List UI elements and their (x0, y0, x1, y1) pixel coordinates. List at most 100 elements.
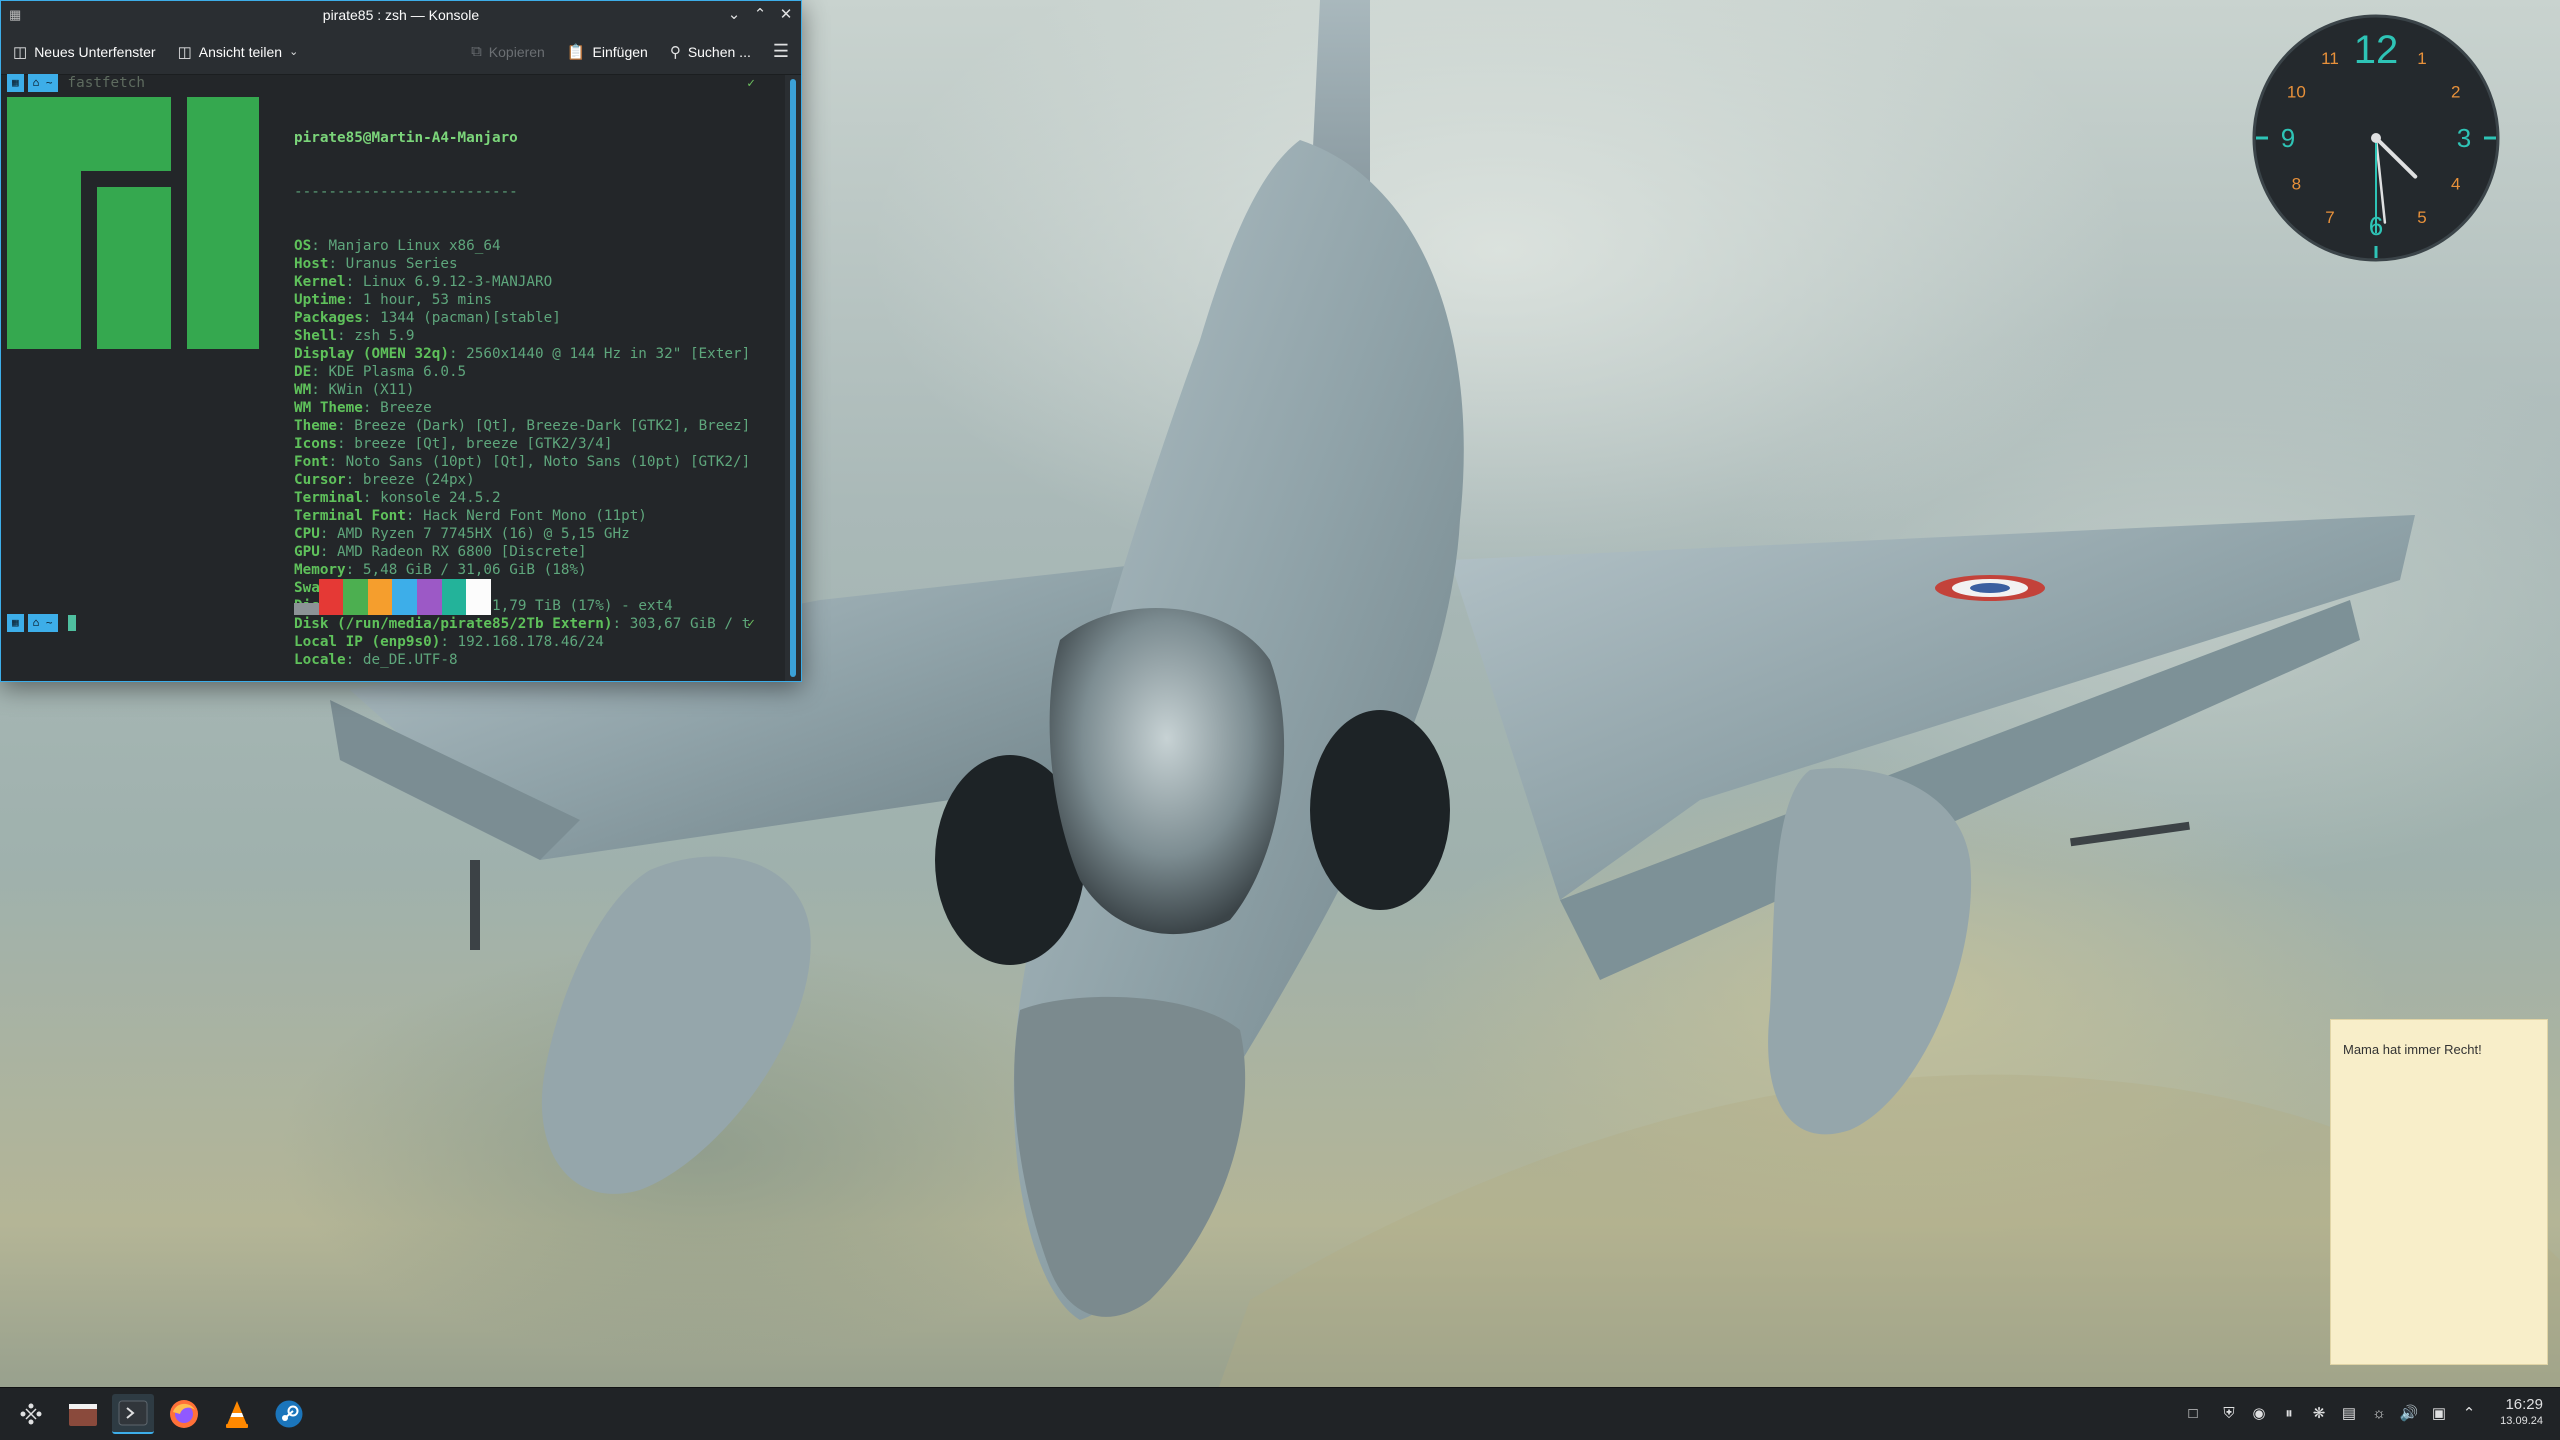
clock-date: 13.09.24 (2500, 1415, 2543, 1427)
info-key: Packages (294, 310, 363, 326)
taskbar-vlc[interactable] (216, 1394, 258, 1434)
info-key: Disk (/run/media/pirate85/2Tb Extern) (294, 616, 613, 632)
info-key: Local IP (enp9s0) (294, 634, 441, 650)
minimize-button[interactable]: ⌄ (725, 5, 743, 23)
info-row: Uptime: 1 hour, 53 mins (294, 291, 750, 309)
info-colon: : (612, 616, 630, 632)
prompt-status-check-icon: ✓ (747, 76, 755, 91)
info-key: Terminal Font (294, 508, 406, 524)
info-key: WM (294, 382, 312, 398)
info-value: 5,48 GiB / 31,06 GiB (18%) (362, 562, 587, 578)
info-colon: : (345, 472, 363, 488)
app-launcher-button[interactable] (10, 1394, 52, 1434)
clipboard-icon[interactable]: ▤ (2338, 1402, 2360, 1424)
split-view-button[interactable]: ◫ Ansicht teilen ⌄ (178, 43, 299, 61)
sticky-note-widget[interactable]: Mama hat immer Recht! (2330, 1019, 2548, 1365)
info-row: Memory: 5,48 GiB / 31,06 GiB (18%) (294, 561, 750, 579)
find-button[interactable]: ⚲ Suchen ... (670, 43, 751, 61)
show-desktop-icon[interactable]: □ (2182, 1402, 2204, 1424)
info-colon: : (319, 544, 338, 560)
color-palette (294, 579, 491, 615)
volume-icon[interactable]: 🔊 (2398, 1402, 2420, 1424)
konsole-window[interactable]: ▦ pirate85 : zsh — Konsole ⌄ ⌃ ✕ ◫ Neues… (0, 0, 802, 682)
hamburger-menu-icon: ☰ (772, 41, 789, 61)
steam-tray-icon[interactable]: ◉ (2248, 1402, 2270, 1424)
palette-swatch (367, 579, 393, 615)
maximize-button[interactable]: ⌃ (751, 5, 769, 23)
info-key: Font (294, 454, 329, 470)
clock-center (2371, 133, 2381, 143)
clock-time: 16:29 (2505, 1396, 2543, 1413)
media-pause-icon[interactable]: ⏸ (2278, 1402, 2300, 1424)
new-tab-icon: ◫ (13, 43, 28, 61)
info-value: Hack Nerd Font Mono (11pt) (423, 508, 647, 524)
info-value: AMD Radeon RX 6800 [Discrete] (337, 544, 587, 560)
close-button[interactable]: ✕ (777, 5, 795, 23)
terminal-area[interactable]: ▦ ⌂ ~ fastfetch ✓ pirate85@Martin-A4-Manj… (1, 74, 785, 681)
chevron-down-icon: ⌄ (289, 46, 299, 58)
clock-numeral: 2 (2451, 83, 2460, 102)
palette-swatch (392, 579, 417, 615)
prompt-status-check-icon: ✓ (747, 616, 755, 631)
clock-numeral: 11 (2321, 49, 2339, 68)
terminal-scrollbar[interactable] (785, 75, 801, 681)
info-row: Kernel: Linux 6.9.12-3-MANJARO (294, 273, 750, 291)
shield-icon[interactable]: ⛨ (2218, 1402, 2240, 1424)
info-value: 192.168.178.46/24 (457, 634, 604, 650)
find-label: Suchen ... (687, 43, 751, 60)
clock-numeral: 1 (2417, 49, 2426, 68)
scrollbar-thumb[interactable] (790, 79, 796, 677)
konsole-app-icon[interactable]: ▦ (9, 7, 23, 22)
clock-numeral: 4 (2451, 175, 2460, 194)
prompt-line-1: ▦ ⌂ ~ fastfetch (7, 74, 145, 92)
analog-clock-widget[interactable]: 121234567891011 (2252, 14, 2500, 262)
info-value: zsh 5.9 (354, 328, 415, 344)
info-row: Packages: 1344 (pacman)[stable] (294, 309, 750, 327)
firefox-icon (170, 1400, 198, 1428)
konsole-icon (118, 1400, 148, 1426)
copy-button[interactable]: ⧉ Kopieren (471, 43, 545, 60)
user-host: pirate85@Martin-A4-Manjaro (294, 130, 518, 146)
info-row: GPU: AMD Radeon RX 6800 [Discrete] (294, 543, 750, 561)
info-row: Display (OMEN 32q): 2560x1440 @ 144 Hz i… (294, 345, 750, 363)
info-value: breeze [Qt], breeze [GTK2/3/4] (354, 436, 613, 452)
konsole-toolbar: ◫ Neues Unterfenster ◫ Ansicht teilen ⌄ … (1, 29, 801, 75)
brightness-icon[interactable]: ☼ (2368, 1402, 2390, 1424)
info-colon: : (345, 274, 363, 290)
display-icon[interactable]: ▣ (2428, 1402, 2450, 1424)
hamburger-menu-button[interactable]: ☰ (773, 41, 789, 62)
manjaro-logo (7, 97, 259, 349)
digital-clock[interactable]: 16:29 13.09.24 (2500, 1396, 2543, 1428)
taskbar-steam[interactable] (268, 1394, 310, 1434)
taskbar-konsole[interactable] (112, 1394, 154, 1434)
note-text[interactable]: Mama hat immer Recht! (2343, 1042, 2482, 1057)
window-title: pirate85 : zsh — Konsole (322, 7, 480, 23)
app-launcher-icon (20, 1403, 42, 1425)
network-icon[interactable]: ❋ (2308, 1402, 2330, 1424)
paste-icon: 📋 (566, 43, 586, 61)
info-row: Locale: de_DE.UTF-8 (294, 651, 750, 669)
tray-expand-chevron-icon[interactable]: ⌃ (2458, 1402, 2480, 1424)
info-row: Terminal: konsole 24.5.2 (294, 489, 750, 507)
info-value: KDE Plasma 6.0.5 (328, 364, 467, 380)
info-value: Uranus Series (345, 256, 458, 272)
info-key: Cursor (294, 472, 346, 488)
info-value: konsole 24.5.2 (380, 490, 501, 506)
info-colon: : (440, 634, 458, 650)
new-tab-label: Neues Unterfenster (34, 43, 156, 60)
info-key: Kernel (294, 274, 346, 290)
prompt-badge: ▦ ⌂ ~ (7, 74, 58, 92)
info-row: WM: KWin (X11) (294, 381, 750, 399)
taskbar-file-manager[interactable] (62, 1394, 104, 1434)
info-colon: : (337, 328, 355, 344)
paste-button[interactable]: 📋 Einfügen (567, 43, 648, 61)
info-colon: : (362, 400, 381, 416)
info-key: Terminal (294, 490, 363, 506)
new-tab-button[interactable]: ◫ Neues Unterfenster (13, 43, 156, 61)
taskbar-firefox[interactable] (163, 1394, 205, 1434)
info-key: GPU (294, 544, 320, 560)
info-value: Noto Sans (10pt) [Qt], Noto Sans (10pt) … (345, 454, 751, 470)
text-cursor (67, 615, 76, 631)
window-titlebar[interactable]: ▦ pirate85 : zsh — Konsole ⌄ ⌃ ✕ (1, 1, 801, 29)
info-colon: : (337, 418, 355, 434)
